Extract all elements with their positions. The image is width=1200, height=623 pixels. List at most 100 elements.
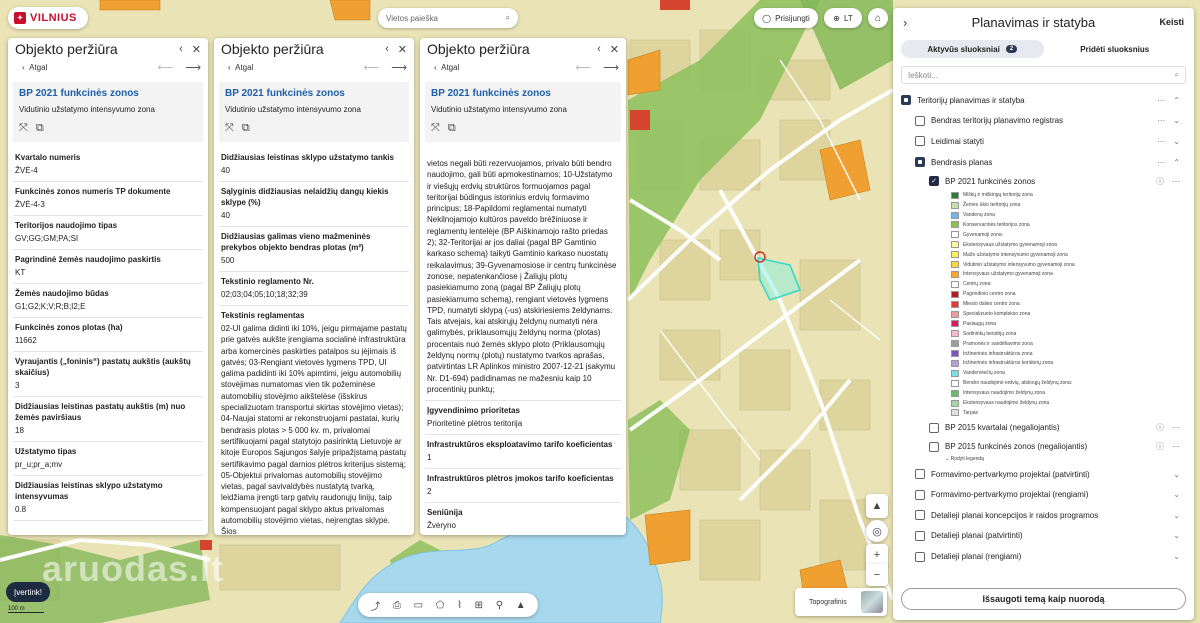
more-icon[interactable]: ⋯ [1172, 177, 1180, 186]
collapse-icon[interactable]: ‹ [385, 43, 389, 56]
next-arrow-icon[interactable]: ⟶ [391, 61, 407, 74]
login-button[interactable]: ◯ Prisijungti [754, 8, 818, 28]
prev-arrow-icon[interactable]: ⟵ [575, 61, 591, 74]
edit-button[interactable]: Keisti [1159, 17, 1184, 27]
more-icon[interactable]: ⋯ [1172, 423, 1180, 432]
layer-item[interactable]: Bendras teritorijų planavimo registras ⋯… [901, 111, 1186, 132]
chevron-down-icon[interactable]: ⌄ [1173, 552, 1180, 561]
more-icon[interactable]: ⋯ [1157, 96, 1165, 105]
chevron-down-icon[interactable]: ⌄ [1173, 116, 1180, 125]
draw-polygon-icon[interactable]: ⬠ [436, 600, 445, 611]
back-link[interactable]: ‹ Atgal [228, 63, 253, 72]
more-icon[interactable]: ⋯ [1157, 137, 1165, 146]
field: Funkcinės zonos plotas (ha) 11662 [13, 318, 203, 352]
layer-item[interactable]: Detalieji planai koncepcijos ir raidos p… [901, 505, 1186, 526]
locate-button[interactable]: ◎ [866, 520, 888, 542]
tab-active-layers[interactable]: Aktyvūs sluoksniai 2 [901, 40, 1044, 58]
pin-icon[interactable]: ⚲ [496, 600, 503, 611]
measure-icon[interactable]: ▭ [414, 600, 423, 611]
layer-item[interactable]: Detalieji planai (rengiami) ⌄ [901, 546, 1186, 567]
map-tools-toolbar: ⤴ ⎙ ▭ ⬠ ⌇ ⊞ ⚲ ▲ [358, 593, 538, 617]
draw-line-icon[interactable]: ⌇ [457, 600, 462, 611]
open-external-icon[interactable]: ⧉ [242, 122, 250, 135]
zoom-to-icon[interactable]: ⤧ [19, 122, 28, 135]
layer-checkbox[interactable]: ✓ [929, 176, 939, 187]
chevron-down-icon[interactable]: ⌄ [1173, 531, 1180, 540]
zoom-to-icon[interactable]: ⤧ [225, 122, 234, 135]
layer-filter-input[interactable]: Ieškoti... ⌕ [901, 66, 1186, 84]
layer-checkbox[interactable] [915, 510, 925, 521]
legend-label: Intensyvaus užstatymo gyvenamoji zona [963, 271, 1053, 278]
collapse-icon[interactable]: ‹ [597, 43, 601, 56]
info-icon[interactable]: ⓘ [1156, 176, 1164, 187]
prev-arrow-icon[interactable]: ⟵ [363, 61, 379, 74]
layer-item[interactable]: Teritorijų planavimas ir statyba ⋯ ⌃ [901, 90, 1186, 111]
layer-item[interactable]: BP 2015 funkcinės zonos (negaliojantis) … [901, 438, 1186, 456]
legend-swatch [951, 369, 959, 377]
chevron-up-icon[interactable]: ⌃ [1173, 158, 1180, 167]
zoom-to-icon[interactable]: ⤧ [431, 122, 440, 135]
info-icon[interactable]: ⓘ [1156, 441, 1164, 452]
collapse-panel-icon[interactable]: › [903, 15, 907, 30]
layer-item[interactable]: Detalieji planai (patvirtinti) ⌄ [901, 526, 1186, 547]
layer-item[interactable]: ✓ BP 2021 funkcinės zonos ⓘ ⋯ [901, 172, 1186, 190]
layer-checkbox[interactable] [915, 157, 925, 168]
zoom-in-button[interactable]: + [866, 544, 888, 566]
language-button[interactable]: ⊕ LT [824, 8, 862, 28]
search-icon[interactable]: ⌕ [506, 13, 510, 23]
chevron-down-icon[interactable]: ⌄ [1173, 511, 1180, 520]
image-icon[interactable]: ▲ [516, 600, 526, 611]
more-icon[interactable]: ⋯ [1172, 442, 1180, 451]
watermark: aruodas.lt [42, 548, 225, 589]
show-legend-link[interactable]: ⌄ Rodyti legendą [901, 456, 1186, 464]
compass-button[interactable]: ▲ [866, 494, 888, 518]
layer-checkbox[interactable] [915, 489, 925, 500]
chevron-down-icon[interactable]: ⌄ [1173, 490, 1180, 499]
layer-item[interactable]: Bendrasis planas ⋯ ⌃ [901, 152, 1186, 173]
layer-item[interactable]: BP 2015 kvartalai (negaliojantis) ⓘ ⋯ [901, 418, 1186, 438]
layer-checkbox[interactable] [915, 115, 925, 126]
open-external-icon[interactable]: ⧉ [36, 122, 44, 135]
chevron-up-icon[interactable]: ⌃ [1173, 96, 1180, 105]
next-arrow-icon[interactable]: ⟶ [185, 61, 201, 74]
location-search-input[interactable]: Vietos paieška ⌕ [378, 8, 518, 28]
print-icon[interactable]: ⎙ [393, 600, 401, 611]
vilnius-logo[interactable]: ✦ VILNIUS [8, 7, 88, 29]
close-icon[interactable]: ✕ [192, 43, 201, 56]
open-external-icon[interactable]: ⧉ [448, 122, 456, 135]
zoom-out-button[interactable]: − [866, 564, 888, 586]
legend-item: Pramonės ir sandėliavimo zona [951, 339, 1186, 349]
layer-checkbox[interactable] [929, 441, 939, 452]
language-label: LT [843, 13, 853, 23]
tab-add-layers[interactable]: Pridėti sluoksnius [1044, 40, 1187, 58]
layer-checkbox[interactable] [929, 422, 939, 433]
layer-checkbox[interactable] [901, 95, 911, 106]
home-button[interactable]: ⌂ [868, 8, 888, 28]
close-icon[interactable]: ✕ [398, 43, 407, 56]
save-theme-link-button[interactable]: Išsaugoti temą kaip nuorodą [901, 588, 1186, 610]
layer-checkbox[interactable] [915, 136, 925, 147]
layer-checkbox[interactable] [915, 530, 925, 541]
close-icon[interactable]: ✕ [610, 43, 619, 56]
layer-checkbox[interactable] [915, 469, 925, 480]
layer-item[interactable]: Formavimo-pertvarkymo projektai (patvirt… [901, 464, 1186, 485]
insert-icon[interactable]: ⊞ [475, 600, 483, 611]
share-icon[interactable]: ⤴ [370, 598, 380, 613]
more-icon[interactable]: ⋯ [1157, 158, 1165, 167]
legend-label: Ekstensyvaus naudojimo želdynų zona [963, 400, 1050, 407]
back-link[interactable]: ‹ Atgal [22, 63, 47, 72]
info-icon[interactable]: ⓘ [1156, 422, 1164, 433]
next-arrow-icon[interactable]: ⟶ [603, 61, 619, 74]
layer-item[interactable]: Leidimai statyti ⋯ ⌄ [901, 131, 1186, 152]
rate-button[interactable]: Įvertink! [6, 582, 51, 602]
chevron-down-icon[interactable]: ⌄ [1173, 137, 1180, 146]
collapse-icon[interactable]: ‹ [179, 43, 183, 56]
basemap-switcher[interactable]: Topografinis [795, 588, 887, 616]
search-icon: ⌕ [1174, 70, 1179, 79]
prev-arrow-icon[interactable]: ⟵ [157, 61, 173, 74]
chevron-down-icon[interactable]: ⌄ [1173, 470, 1180, 479]
back-link[interactable]: ‹ Atgal [434, 63, 459, 72]
layer-checkbox[interactable] [915, 551, 925, 562]
more-icon[interactable]: ⋯ [1157, 116, 1165, 125]
layer-item[interactable]: Formavimo-pertvarkymo projektai (rengiam… [901, 484, 1186, 505]
